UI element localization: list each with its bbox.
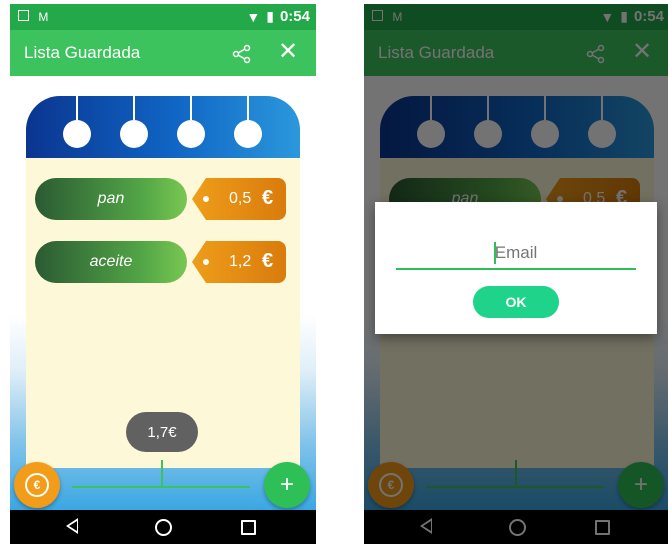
total-tooltip: 1,7€ [126, 412, 198, 452]
currency-fab[interactable]: € [14, 462, 60, 508]
home-icon[interactable] [155, 519, 172, 536]
email-field[interactable] [396, 238, 636, 270]
phone-screen-list: M ▼ ▮ 0:54 Lista Guardada ✕ pan 0,5 € ac… [10, 4, 316, 544]
notification-icons: M [18, 10, 54, 24]
back-icon[interactable] [66, 518, 78, 534]
text-cursor [494, 242, 496, 264]
close-icon[interactable]: ✕ [278, 40, 298, 64]
notebook-ring [63, 120, 91, 148]
image-notification-icon [18, 10, 29, 21]
item-price-tag[interactable]: 0,5 € [192, 178, 286, 220]
notebook-ring [120, 120, 148, 148]
phone-screen-dialog: M ▼ ▮ 0:54 Lista Guardada ✕ pan [364, 4, 668, 544]
item-name-pill[interactable]: pan [35, 178, 187, 220]
seekbar-thumb[interactable] [161, 460, 163, 486]
status-bar: M ▼ ▮ 0:54 [10, 4, 316, 30]
item-price: 0,5 [229, 190, 252, 207]
battery-icon: ▮ [266, 8, 274, 24]
nav-bar [10, 510, 316, 544]
page-title: Lista Guardada [24, 43, 141, 62]
recents-icon[interactable] [241, 520, 256, 535]
notebook-ring [234, 120, 262, 148]
item-name-pill[interactable]: aceite [35, 241, 187, 283]
euro-icon: € [25, 473, 49, 497]
seekbar-track[interactable] [72, 486, 250, 488]
ok-button[interactable]: OK [473, 286, 559, 318]
status-time: 0:54 [279, 8, 310, 25]
share-icon[interactable] [232, 44, 252, 64]
app-bar: Lista Guardada ✕ [10, 30, 316, 76]
item-price: 1,2 [229, 253, 252, 270]
wifi-icon: ▼ [246, 8, 261, 25]
euro-icon: € [262, 250, 274, 272]
mail-notification-icon: M [38, 10, 55, 24]
notebook-header [26, 96, 300, 158]
notebook-ring [177, 120, 205, 148]
email-dialog: OK [375, 202, 657, 334]
item-price-tag[interactable]: 1,2 € [192, 241, 286, 283]
add-item-fab[interactable]: + [264, 462, 310, 508]
euro-icon: € [262, 187, 274, 209]
